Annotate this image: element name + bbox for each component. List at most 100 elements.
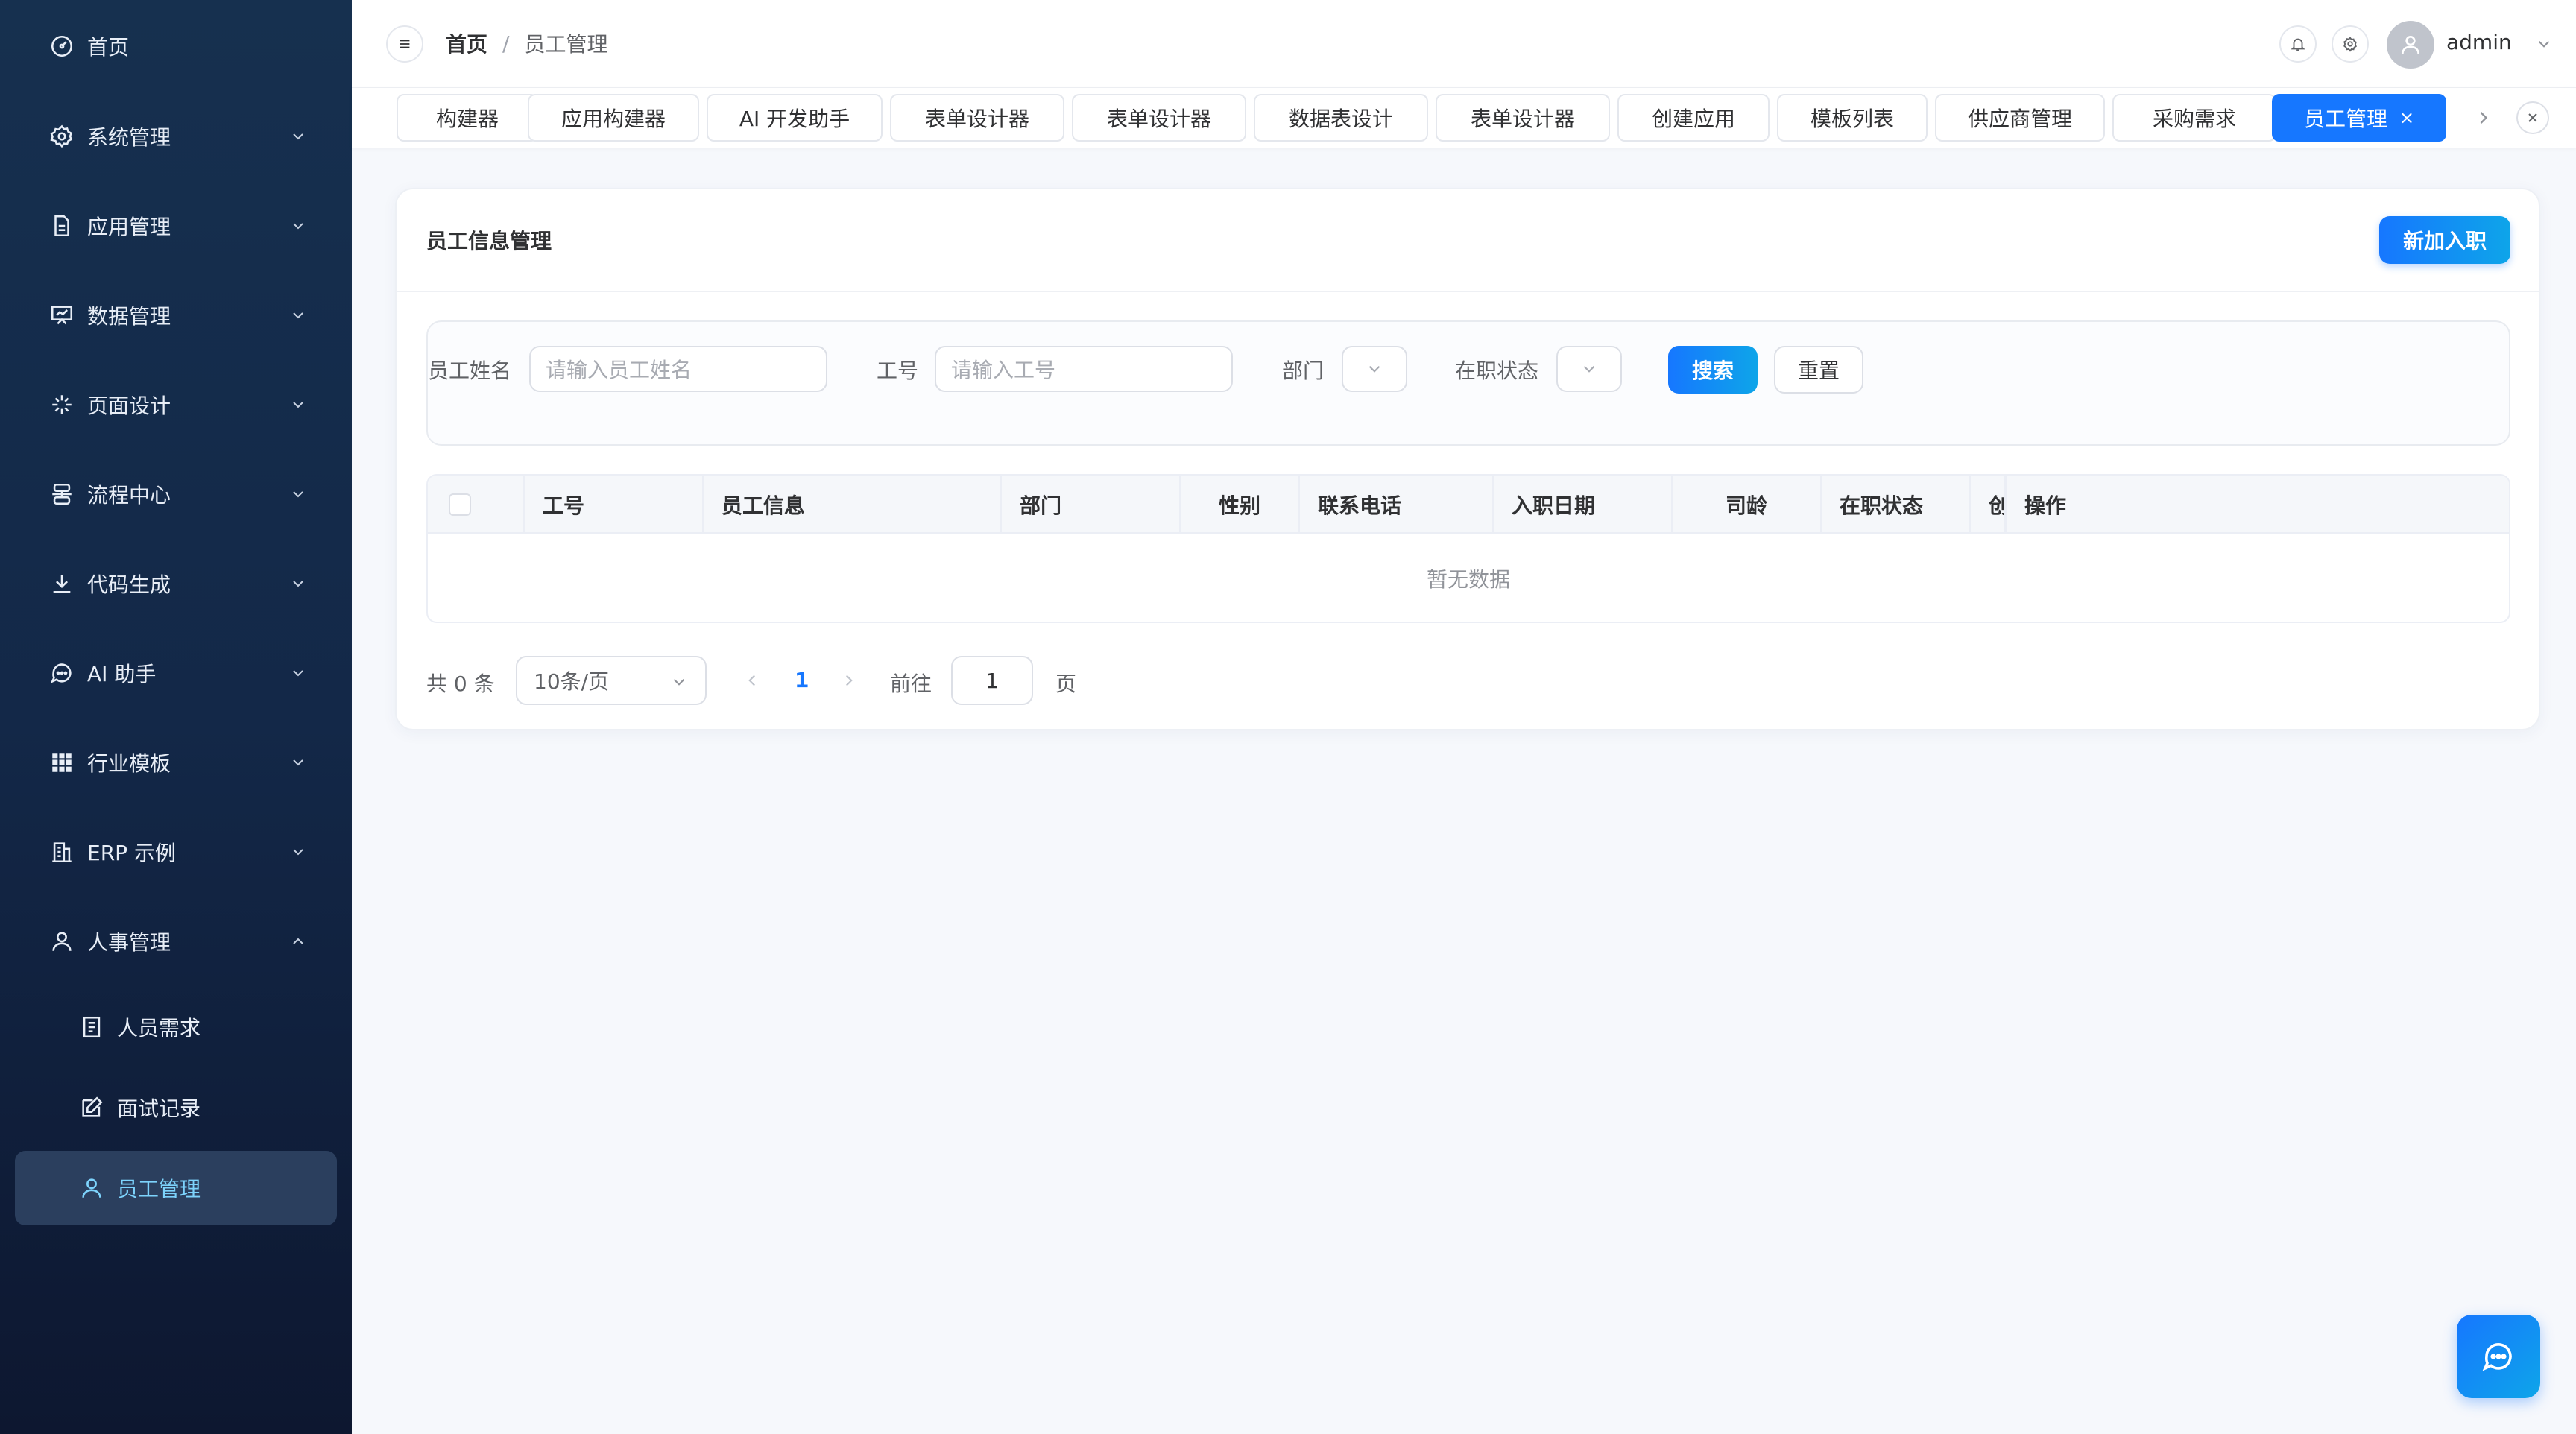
tab-label: 表单设计器 xyxy=(1470,107,1575,131)
sidebar-subitem-interviews[interactable]: 面试记录 xyxy=(0,1070,352,1145)
user-icon xyxy=(2402,36,2419,54)
sidebar-item-page-design[interactable]: 页面设计 xyxy=(0,367,352,442)
id-label: 工号 xyxy=(877,358,919,383)
sidebar-item-apps[interactable]: 应用管理 xyxy=(0,189,352,263)
chevron-right-icon[interactable] xyxy=(839,671,859,693)
table-header: 工号 员工信息 部门 性别 联系电话 入职日期 司龄 在职状态 创 操作 xyxy=(428,476,2509,534)
filter-form: 员工姓名 请输入员工姓名 工号 请输入工号 部门 在职状态 搜索 重置 xyxy=(426,320,2510,446)
tab-template-list[interactable]: 模板列表 xyxy=(1777,94,1928,142)
document-icon xyxy=(49,213,75,239)
column-header[interactable]: 司龄 xyxy=(1673,476,1822,534)
chevron-right-icon[interactable] xyxy=(2473,107,2494,128)
tab-datatable-design[interactable]: 数据表设计 xyxy=(1254,94,1428,142)
tab-app-builder[interactable]: 应用构建器 xyxy=(528,94,699,142)
sidebar-item-label: 首页 xyxy=(87,35,130,60)
close-icon[interactable]: × xyxy=(2399,107,2414,128)
tab-create-app[interactable]: 创建应用 xyxy=(1617,94,1770,142)
username[interactable]: admin xyxy=(2446,30,2512,54)
tab-form-designer-1[interactable]: 表单设计器 xyxy=(890,94,1064,142)
user-icon xyxy=(79,1175,104,1201)
chevron-down-icon xyxy=(669,672,689,697)
tabs-bar: 构建器 应用构建器 AI 开发助手 表单设计器 表单设计器 数据表设计 表单设计… xyxy=(352,88,2576,148)
settings-button[interactable] xyxy=(2332,25,2369,63)
chevron-left-icon[interactable] xyxy=(742,671,762,693)
column-header[interactable]: 员工信息 xyxy=(704,476,1002,534)
sidebar-item-label: 应用管理 xyxy=(87,215,171,239)
list-doc-icon xyxy=(79,1014,104,1040)
sidebar-item-label: 数据管理 xyxy=(87,304,171,329)
flow-icon xyxy=(49,481,75,507)
page-number[interactable]: 1 xyxy=(795,668,809,692)
sidebar-subitem-employees[interactable]: 员工管理 xyxy=(0,1151,352,1225)
tab-form-designer-2[interactable]: 表单设计器 xyxy=(1072,94,1246,142)
sidebar-item-label: 系统管理 xyxy=(87,125,171,150)
sidebar-item-label: 行业模板 xyxy=(87,751,171,776)
sidebar-item-codegen[interactable]: 代码生成 xyxy=(0,546,352,621)
column-header[interactable]: 在职状态 xyxy=(1822,476,1971,534)
new-hire-button[interactable]: 新加入职 xyxy=(2379,216,2510,264)
empty-state: 暂无数据 xyxy=(1426,567,1510,592)
sidebar-item-hr[interactable]: 人事管理 xyxy=(0,904,352,979)
chat-icon xyxy=(49,660,75,686)
tab-supplier[interactable]: 供应商管理 xyxy=(1935,94,2105,142)
tab-builder[interactable]: 构建器 xyxy=(397,94,538,142)
column-header[interactable]: 操作 xyxy=(2005,476,2509,534)
tab-ai-dev[interactable]: AI 开发助手 xyxy=(707,94,883,142)
sparkle-icon xyxy=(49,392,75,417)
column-header[interactable]: 部门 xyxy=(1002,476,1181,534)
chevron-up-icon xyxy=(289,932,307,950)
dept-select[interactable] xyxy=(1342,346,1407,392)
pagination: 共 0 条 10条/页 1 前往 1 页 xyxy=(426,656,1172,705)
chevron-down-icon[interactable] xyxy=(2534,34,2554,57)
close-all-tabs-button[interactable] xyxy=(2516,101,2549,134)
tab-label: 供应商管理 xyxy=(1967,107,2072,131)
tab-label: 模板列表 xyxy=(1810,107,1894,131)
sidebar-item-templates[interactable]: 行业模板 xyxy=(0,725,352,800)
chevron-down-icon xyxy=(289,396,307,414)
status-select[interactable] xyxy=(1556,346,1622,392)
dept-label: 部门 xyxy=(1282,358,1325,383)
notification-button[interactable] xyxy=(2279,25,2317,63)
column-header[interactable]: 性别 xyxy=(1181,476,1300,534)
tab-employees[interactable]: 员工管理 × xyxy=(2272,94,2446,142)
status-label: 在职状态 xyxy=(1455,358,1539,383)
column-header[interactable]: 工号 xyxy=(525,476,704,534)
tab-purchase[interactable]: 采购需求 xyxy=(2112,94,2276,142)
chevron-down-icon xyxy=(289,843,307,861)
column-header[interactable]: 联系电话 xyxy=(1300,476,1494,534)
tab-label: 表单设计器 xyxy=(924,107,1029,131)
search-button[interactable]: 搜索 xyxy=(1668,346,1758,394)
close-icon xyxy=(2528,113,2537,122)
chevron-down-icon xyxy=(289,306,307,324)
breadcrumb-separator: / xyxy=(502,31,510,56)
sidebar-item-data[interactable]: 数据管理 xyxy=(0,278,352,353)
chevron-down-icon xyxy=(289,754,307,771)
chevron-down-icon xyxy=(289,664,307,682)
collapse-menu-button[interactable] xyxy=(386,25,423,63)
sidebar-item-system[interactable]: 系统管理 xyxy=(0,99,352,174)
breadcrumb-home[interactable]: 首页 xyxy=(446,28,487,58)
chat-assistant-button[interactable] xyxy=(2457,1315,2540,1398)
chart-board-icon xyxy=(49,303,75,328)
tab-label: 员工管理 xyxy=(2303,107,2387,131)
tab-form-designer-3[interactable]: 表单设计器 xyxy=(1436,94,1610,142)
reset-button[interactable]: 重置 xyxy=(1774,346,1863,394)
page-size-select[interactable]: 10条/页 xyxy=(516,656,707,705)
employee-name-input[interactable]: 请输入员工姓名 xyxy=(529,346,827,392)
sidebar-item-flow[interactable]: 流程中心 xyxy=(0,457,352,531)
employee-table: 工号 员工信息 部门 性别 联系电话 入职日期 司龄 在职状态 创 操作 暂无数… xyxy=(426,474,2510,623)
sidebar-item-erp[interactable]: ERP 示例 xyxy=(0,815,352,889)
column-header[interactable]: 创 xyxy=(1971,476,2005,534)
avatar[interactable] xyxy=(2387,21,2434,69)
chevron-down-icon xyxy=(1583,365,1595,373)
column-header[interactable]: 入职日期 xyxy=(1494,476,1673,534)
employee-id-input[interactable]: 请输入工号 xyxy=(935,346,1233,392)
select-all-checkbox[interactable] xyxy=(449,493,471,516)
chat-icon xyxy=(2482,1343,2512,1371)
goto-page-input[interactable]: 1 xyxy=(951,656,1033,705)
name-label: 员工姓名 xyxy=(428,358,512,383)
sidebar-subitem-staff-demand[interactable]: 人员需求 xyxy=(0,990,352,1064)
sidebar-item-ai[interactable]: AI 助手 xyxy=(0,636,352,710)
tab-label: AI 开发助手 xyxy=(739,107,850,131)
sidebar-item-home[interactable]: 首页 xyxy=(0,9,352,83)
